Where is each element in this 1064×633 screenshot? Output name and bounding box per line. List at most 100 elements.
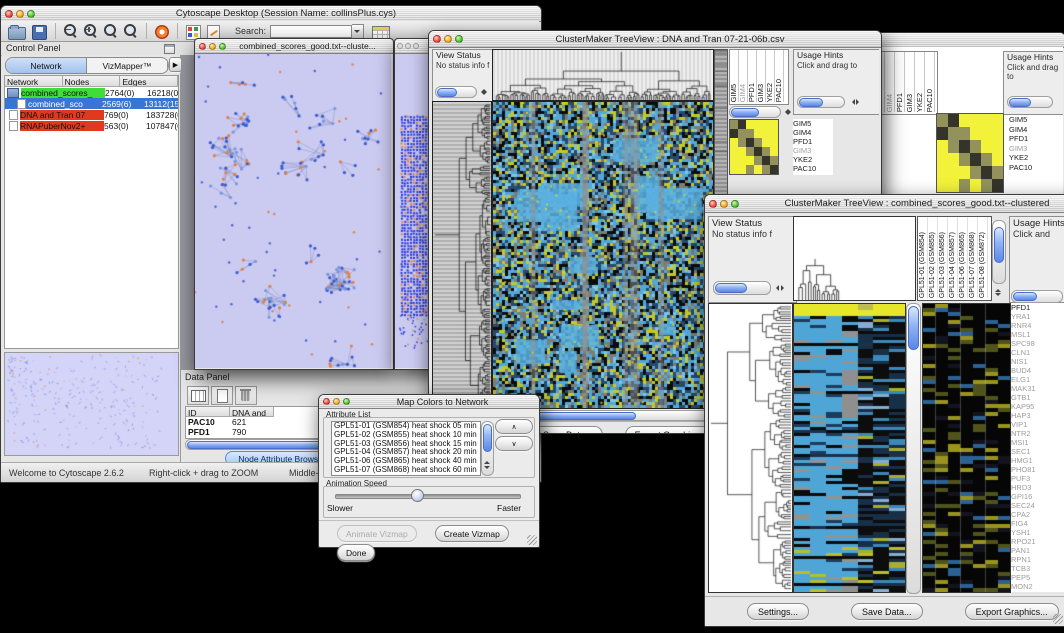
detail-heatmap[interactable] xyxy=(729,119,779,175)
array-label[interactable]: GIM3 xyxy=(905,52,915,112)
zoom-window-icon[interactable] xyxy=(731,200,739,208)
network-row[interactable]: DNA and Tran 07 769(0) 183728(0) xyxy=(5,109,178,120)
zoom-window-icon[interactable] xyxy=(455,35,463,43)
gene-dendrogram[interactable] xyxy=(432,101,492,409)
zoom-fit-icon[interactable] xyxy=(124,24,138,38)
move-down-button[interactable]: ∨ xyxy=(495,436,533,451)
treeview-button[interactable]: Export Graphics... xyxy=(625,426,717,433)
gene-label[interactable]: MON2 xyxy=(1011,582,1064,591)
network-overview-panel[interactable] xyxy=(4,352,179,456)
gene-label[interactable]: SEC24 xyxy=(1011,501,1064,510)
zoom-out-icon[interactable] xyxy=(64,24,78,38)
resize-grip[interactable] xyxy=(527,535,537,545)
zoom-window-icon[interactable] xyxy=(343,398,350,405)
array-label[interactable]: GPL51-06 (GSM865) xyxy=(958,217,968,298)
minimize-icon[interactable] xyxy=(209,43,216,50)
zoom-window-icon[interactable] xyxy=(27,10,35,18)
close-icon[interactable] xyxy=(199,43,206,50)
network-row[interactable]: RNAPuberNov2+ 563(0) 107847(0) xyxy=(5,120,178,131)
gene-label[interactable]: YKE2 xyxy=(1009,153,1061,163)
array-label[interactable]: GPL51-02 (GSM855) xyxy=(928,217,938,298)
gene-label[interactable]: MSL1 xyxy=(1011,330,1064,339)
network-row[interactable]: combined_scores_ 2764(0) 16218(0) xyxy=(5,87,178,98)
detail-heatmap[interactable] xyxy=(922,303,1011,593)
gene-label[interactable]: RNR4 xyxy=(1011,321,1064,330)
treeview-button[interactable]: Export Graphics... xyxy=(965,603,1059,620)
main-titlebar[interactable]: Cytoscape Desktop (Session Name: collins… xyxy=(1,6,541,22)
treeview-dna-titlebar[interactable]: ClusterMaker TreeView : DNA and Tran 07-… xyxy=(429,31,881,48)
gene-label[interactable]: CLN1 xyxy=(1011,348,1064,357)
usage-hints-scrollbar[interactable] xyxy=(797,96,845,108)
column-header[interactable]: Network xyxy=(5,76,63,87)
new-attribute-icon[interactable] xyxy=(211,386,233,405)
gene-label[interactable]: PFD1 xyxy=(793,137,833,146)
gene-label[interactable]: PHO81 xyxy=(1011,465,1064,474)
gene-label[interactable]: MAK31 xyxy=(1011,384,1064,393)
gene-label[interactable]: HMG1 xyxy=(1011,456,1064,465)
zoom-selected-icon[interactable] xyxy=(104,24,118,38)
gene-label[interactable]: BUD4 xyxy=(1011,366,1064,375)
treeview-button[interactable]: Settings... xyxy=(747,603,809,620)
gene-label[interactable]: HAP3 xyxy=(1011,411,1064,420)
gene-list-scrollbar[interactable] xyxy=(1011,290,1063,303)
resize-grip[interactable] xyxy=(1053,614,1063,624)
array-label[interactable]: GPL51-03 (GSM856) xyxy=(938,217,948,298)
zoom-in-icon[interactable] xyxy=(84,24,98,38)
minimize-icon[interactable] xyxy=(405,43,411,49)
array-label[interactable]: PAC10 xyxy=(775,50,784,102)
array-label[interactable]: YKE2 xyxy=(915,52,925,112)
detail-hscrollbar[interactable] xyxy=(729,106,781,118)
gene-label[interactable]: CPA2 xyxy=(1011,510,1064,519)
column-header[interactable]: DNA and Tran 07-21-06 xyxy=(230,407,274,417)
gene-dendrogram[interactable] xyxy=(708,303,793,593)
gene-label[interactable]: PFD1 xyxy=(1011,303,1064,312)
gene-label[interactable]: HRD3 xyxy=(1011,483,1064,492)
global-heatmap[interactable] xyxy=(793,303,906,593)
array-label[interactable]: GPL51-01 (GSM854) xyxy=(918,217,928,298)
gene-label[interactable]: FIG4 xyxy=(1011,519,1064,528)
minimize-icon[interactable] xyxy=(444,35,452,43)
array-label[interactable]: GPL51-04 (GSM857) xyxy=(948,217,958,298)
gene-label[interactable]: PUF3 xyxy=(1011,474,1064,483)
array-dendrogram[interactable] xyxy=(492,49,714,101)
zoom-window-icon[interactable] xyxy=(219,43,226,50)
gene-label[interactable]: GIM3 xyxy=(1009,144,1061,154)
gene-label[interactable]: GIM5 xyxy=(1009,115,1061,125)
close-icon[interactable] xyxy=(433,35,441,43)
gene-label[interactable]: NIS1 xyxy=(1011,357,1064,366)
float-panel-icon[interactable] xyxy=(164,44,175,54)
array-labels-vscrollbar[interactable] xyxy=(992,220,1006,284)
gene-label[interactable]: YSH1 xyxy=(1011,528,1064,537)
search-input[interactable] xyxy=(270,25,352,38)
minimize-icon[interactable] xyxy=(16,10,24,18)
gene-label[interactable]: PAC10 xyxy=(793,164,833,173)
gene-label[interactable]: PEP5 xyxy=(1011,573,1064,582)
treeview-button[interactable]: Save Data... xyxy=(533,426,603,433)
gene-label[interactable]: RPO21 xyxy=(1011,537,1064,546)
network-row[interactable]: combined_sco 2569(6) 13112(15) xyxy=(5,98,178,109)
speed-slider-thumb[interactable] xyxy=(411,489,424,502)
gene-label[interactable]: YRA1 xyxy=(1011,312,1064,321)
control-panel-tab[interactable]: Network xyxy=(6,58,87,73)
treeview-partial-titlebar[interactable] xyxy=(857,33,1064,48)
network-canvas[interactable] xyxy=(195,54,391,368)
save-session-icon[interactable] xyxy=(32,25,47,40)
gene-label[interactable]: GTB1 xyxy=(1011,393,1064,402)
usage-hints-scrollbar[interactable] xyxy=(1007,96,1053,108)
view-status-scrollbar[interactable] xyxy=(435,86,477,98)
gene-label[interactable]: GIM5 xyxy=(793,119,833,128)
gene-label[interactable]: GPI16 xyxy=(1011,492,1064,501)
array-label[interactable]: PFD1 xyxy=(895,52,905,112)
array-label[interactable]: GPL51-08 (GSM872) xyxy=(978,217,988,298)
gene-label[interactable]: ELG1 xyxy=(1011,375,1064,384)
gene-label[interactable]: GIM4 xyxy=(1009,125,1061,135)
array-label[interactable]: PAC10 xyxy=(925,52,935,112)
minimize-icon[interactable] xyxy=(333,398,340,405)
gene-label[interactable]: SPC98 xyxy=(1011,339,1064,348)
dialog-button[interactable]: Done xyxy=(337,544,375,561)
close-icon[interactable] xyxy=(323,398,330,405)
gene-label[interactable]: PFD1 xyxy=(1009,134,1061,144)
treeview-combined-titlebar[interactable]: ClusterMaker TreeView : combined_scores_… xyxy=(705,195,1064,213)
network-overview-canvas[interactable] xyxy=(5,353,178,455)
global-heatmap[interactable] xyxy=(492,101,714,409)
